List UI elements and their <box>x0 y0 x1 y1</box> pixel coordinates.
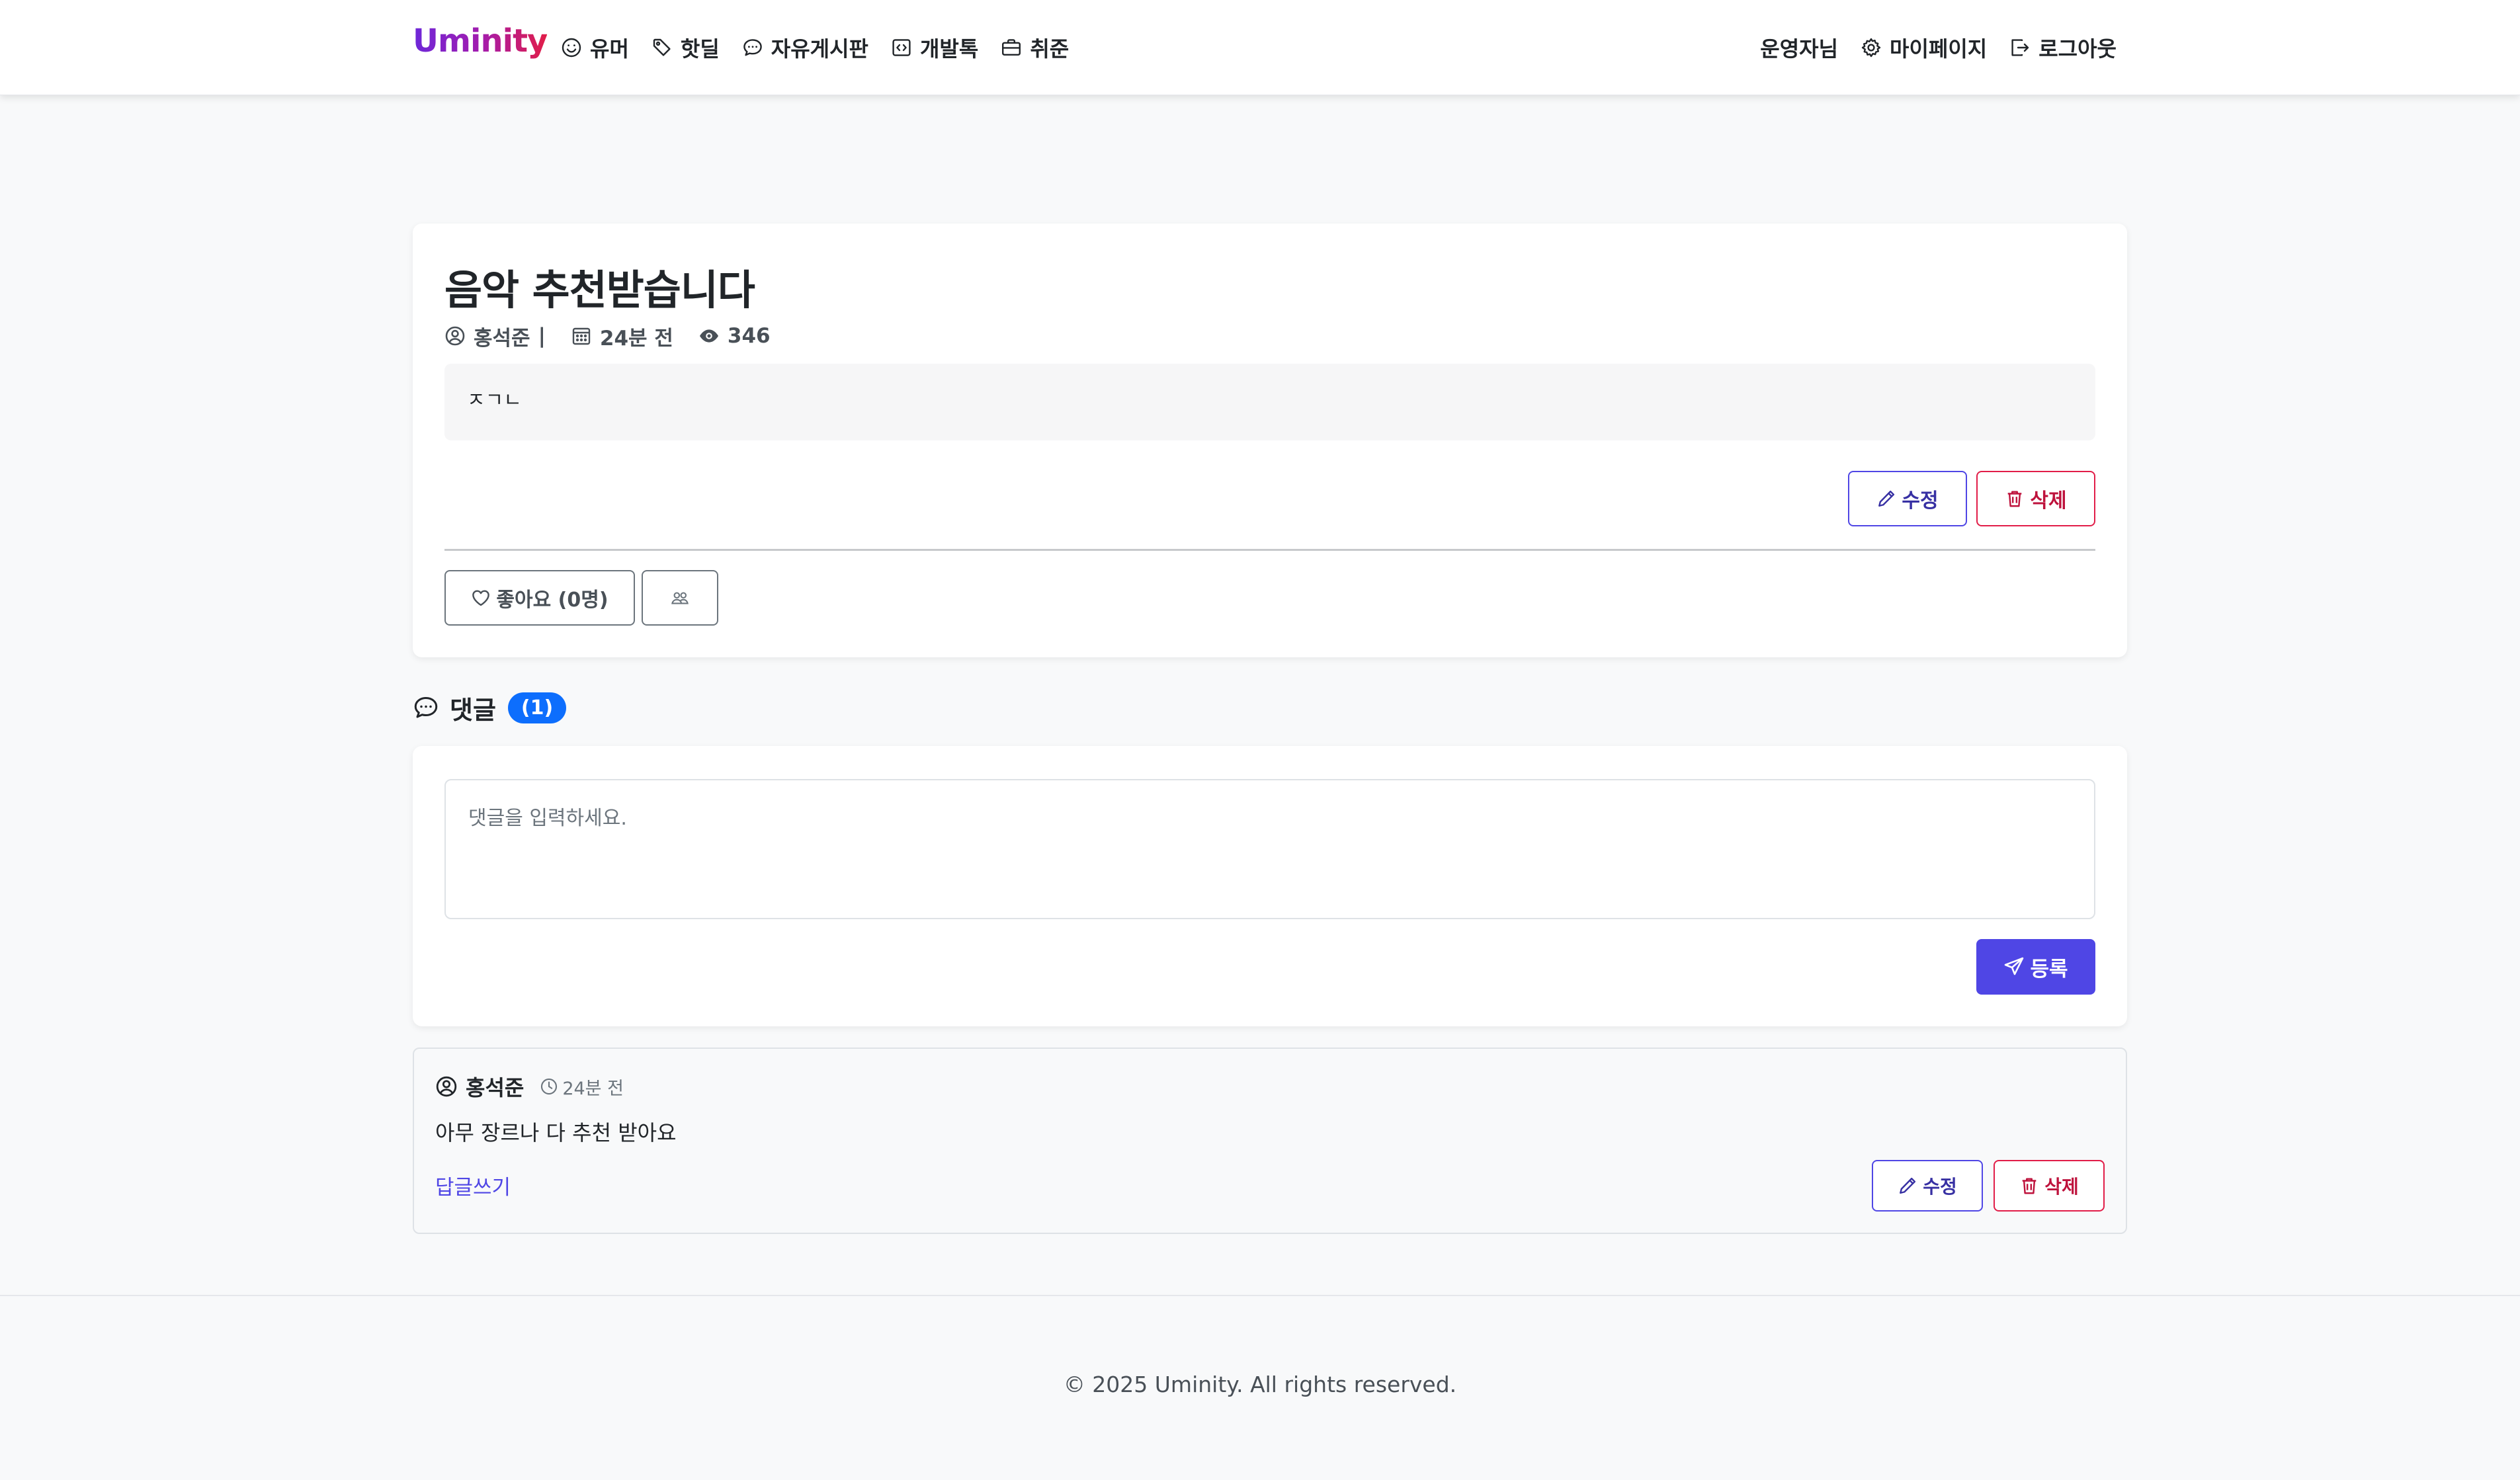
delete-label: 삭제 <box>2044 1176 2079 1198</box>
nav-item-label: 유머 <box>590 36 629 62</box>
mypage-link[interactable]: 마이페이지 <box>1861 32 1987 63</box>
people-icon <box>671 592 689 604</box>
clock-icon <box>541 1078 558 1095</box>
reply-link[interactable]: 답글쓰기 <box>435 1171 511 1200</box>
post-card: 음악 추천받습니다 홍석준 | 24분 전 346 ㅈㄱㄴ 수정 삭제 좋아요 … <box>413 224 2127 657</box>
copyright-text: © 2025 Uminity. All rights reserved. <box>1063 1372 1457 1397</box>
smile-icon <box>562 38 581 58</box>
post-title: 음악 추천받습니다 <box>444 266 755 314</box>
user-greeting-label: 운영자님 <box>1760 36 1839 62</box>
comment-input[interactable] <box>444 779 2095 919</box>
delete-label: 삭제 <box>2030 489 2067 513</box>
comment-submit-button[interactable]: 등록 <box>1976 939 2095 995</box>
post-author: 홍석준 <box>474 326 530 350</box>
submit-label: 등록 <box>2030 957 2068 981</box>
nav-item-label: 개발톡 <box>919 36 979 62</box>
divider <box>444 549 2095 551</box>
code-icon <box>892 39 911 56</box>
nav-item-label: 자유게시판 <box>771 36 868 62</box>
logout-label: 로그아웃 <box>2038 36 2117 62</box>
footer: © 2025 Uminity. All rights reserved. <box>0 1372 2520 1397</box>
logout-icon <box>2011 39 2029 56</box>
post-edit-button[interactable]: 수정 <box>1848 471 1967 526</box>
gear-icon <box>1861 38 1881 58</box>
pencil-icon <box>1878 490 1895 507</box>
tag-icon <box>653 38 671 56</box>
edit-label: 수정 <box>1902 489 1939 513</box>
post-meta: 홍석준 | 24분 전 346 <box>444 323 771 350</box>
comments-heading: 댓글 (1) <box>413 689 567 726</box>
pencil-icon <box>1900 1177 1916 1194</box>
post-body: ㅈㄱㄴ <box>444 364 2095 440</box>
nav-item-hotdeal[interactable]: 핫딜 <box>651 32 720 63</box>
post-delete-button[interactable]: 삭제 <box>1976 471 2095 526</box>
comment-delete-button[interactable]: 삭제 <box>1994 1160 2105 1212</box>
nav-item-label: 핫딜 <box>680 36 720 62</box>
nav-item-label: 취준 <box>1030 36 1070 62</box>
nav-item-freeboard[interactable]: 자유게시판 <box>742 32 868 63</box>
main-nav: 유머 핫딜 자유게시판 개발톡 취준 <box>561 30 1069 65</box>
calendar-icon <box>572 327 591 345</box>
eye-icon <box>699 329 718 343</box>
nav-item-devtalk[interactable]: 개발톡 <box>891 32 978 63</box>
footer-divider <box>0 1295 2520 1296</box>
comment-form: 등록 <box>413 746 2127 1026</box>
meta-separator: | <box>538 324 546 348</box>
comment-time-label: 24분 전 <box>562 1078 624 1099</box>
send-icon <box>2005 957 2024 975</box>
brand-logo[interactable]: Uminity <box>413 22 548 60</box>
chat-dots-icon <box>743 39 762 56</box>
comments-title: 댓글 <box>450 695 496 725</box>
mypage-label: 마이페이지 <box>1890 36 1988 62</box>
comment-time: 24분 전 <box>540 1074 624 1100</box>
navbar: Uminity 유머 핫딜 자유게시판 개발톡 취준 운영자님 마이페이지 로그… <box>0 0 2520 95</box>
like-label: 좋아요 (0명) <box>496 589 609 612</box>
comment-header: 홍석준 24분 전 <box>435 1073 624 1100</box>
edit-label: 수정 <box>1923 1176 1957 1198</box>
trash-icon <box>2022 1178 2037 1194</box>
user-nav: 운영자님 마이페이지 로그아웃 <box>1760 30 2117 65</box>
trash-icon <box>2008 491 2022 507</box>
user-greeting: 운영자님 <box>1760 32 1838 63</box>
nav-item-jobprep[interactable]: 취준 <box>1001 32 1069 63</box>
person-circle-icon <box>445 326 465 346</box>
comments-count-badge: (1) <box>507 692 567 723</box>
nav-item-humor[interactable]: 유머 <box>561 32 629 63</box>
post-views: 346 <box>727 324 771 348</box>
comment-text: 아무 장르나 다 추천 받아요 <box>435 1120 677 1145</box>
like-button[interactable]: 좋아요 (0명) <box>444 570 635 626</box>
comment-edit-button[interactable]: 수정 <box>1872 1160 1983 1212</box>
post-date: 24분 전 <box>599 326 673 350</box>
comment-item: 홍석준 24분 전 아무 장르나 다 추천 받아요 답글쓰기 수정 삭제 <box>413 1048 2127 1234</box>
logout-link[interactable]: 로그아웃 <box>2009 32 2117 63</box>
comment-author: 홍석준 <box>466 1075 525 1100</box>
chat-dots-icon <box>414 697 438 718</box>
heart-icon <box>472 590 490 606</box>
person-circle-icon <box>436 1076 457 1097</box>
briefcase-icon <box>1002 39 1021 56</box>
likers-button[interactable] <box>642 570 718 626</box>
